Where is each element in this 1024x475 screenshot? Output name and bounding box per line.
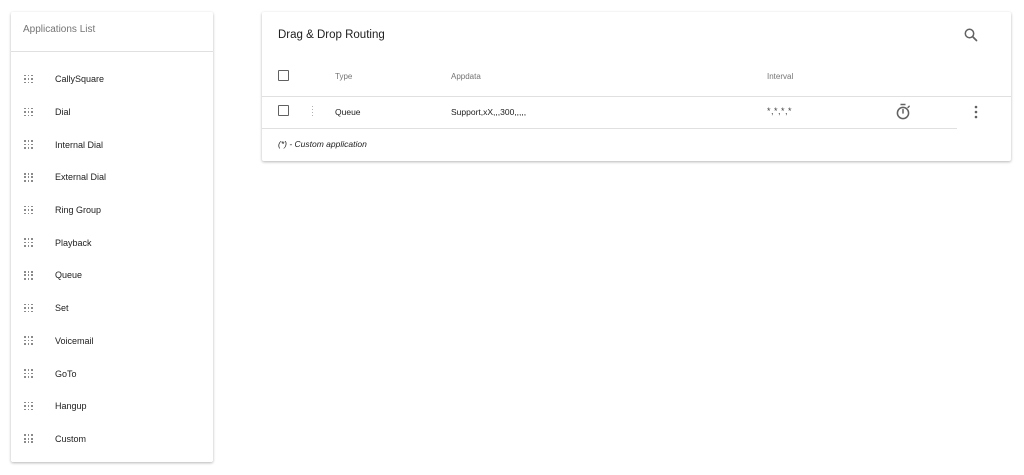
- app-item-hangup[interactable]: Hangup: [11, 390, 213, 423]
- column-header-appdata[interactable]: Appdata: [451, 72, 481, 81]
- select-all-checkbox[interactable]: [278, 70, 289, 81]
- app-item-callysquare[interactable]: CallySquare: [11, 63, 213, 96]
- app-item-dial[interactable]: Dial: [11, 96, 213, 129]
- drag-indicator-icon[interactable]: [24, 172, 33, 182]
- app-item-label: GoTo: [55, 368, 77, 379]
- app-item-label: Queue: [55, 270, 83, 281]
- row-appdata: Support,xX,,,300,,,,,: [451, 107, 527, 117]
- table-row[interactable]: Queue Support,xX,,,300,,,,, *,*,*,*: [262, 97, 957, 129]
- app-item-ring-group[interactable]: Ring Group: [11, 194, 213, 227]
- app-item-label: Voicemail: [55, 335, 94, 346]
- drag-indicator-icon[interactable]: [24, 107, 33, 117]
- routing-table-header: Type Appdata Interval: [262, 62, 1011, 97]
- app-item-label: Playback: [55, 237, 92, 248]
- app-item-label: Set: [55, 303, 69, 314]
- drag-indicator-icon[interactable]: [24, 140, 33, 149]
- row-checkbox[interactable]: [278, 105, 289, 116]
- drag-indicator-icon[interactable]: [24, 74, 33, 84]
- drag-indicator-icon[interactable]: [24, 401, 33, 411]
- app-item-label: CallySquare: [55, 74, 105, 85]
- search-icon[interactable]: [963, 27, 979, 43]
- drag-indicator-icon[interactable]: [24, 238, 33, 247]
- app-item-label: Internal Dial: [55, 139, 104, 150]
- drag-indicator-icon[interactable]: [24, 336, 33, 345]
- more-vert-icon[interactable]: [972, 104, 980, 120]
- drag-drop-routing-panel: Drag & Drop Routing Type Appdata Interva…: [262, 12, 1011, 161]
- app-item-goto[interactable]: GoTo: [11, 357, 213, 390]
- app-item-label: Dial: [55, 107, 71, 118]
- app-item-label: Custom: [55, 433, 87, 444]
- drag-indicator-icon[interactable]: [24, 303, 33, 313]
- drag-indicator-icon[interactable]: [24, 434, 33, 443]
- drag-indicator-icon[interactable]: [24, 369, 33, 378]
- column-header-interval[interactable]: Interval: [767, 72, 793, 81]
- row-drag-handle-icon[interactable]: [312, 106, 315, 118]
- column-header-type[interactable]: Type: [335, 72, 352, 81]
- app-item-external-dial[interactable]: External Dial: [11, 161, 213, 194]
- app-item-custom[interactable]: Custom: [11, 423, 213, 456]
- app-item-label: Hangup: [55, 401, 87, 412]
- app-item-label: External Dial: [55, 172, 107, 183]
- app-item-voicemail[interactable]: Voicemail: [11, 325, 213, 358]
- applications-list: CallySquare Dial Internal Dial External …: [11, 52, 213, 455]
- app-item-set[interactable]: Set: [11, 292, 213, 325]
- applications-list-title: Applications List: [11, 12, 213, 52]
- row-interval: *,*,*,*: [767, 106, 793, 116]
- drag-indicator-icon[interactable]: [24, 270, 33, 280]
- page: Applications List CallySquare Dial Inter…: [0, 0, 1024, 475]
- timer-icon[interactable]: [895, 103, 911, 121]
- routing-title: Drag & Drop Routing: [278, 29, 385, 41]
- custom-application-footnote: (*) - Custom application: [278, 139, 367, 149]
- applications-list-panel: Applications List CallySquare Dial Inter…: [11, 12, 213, 462]
- row-type: Queue: [335, 107, 361, 117]
- app-item-playback[interactable]: Playback: [11, 226, 213, 259]
- app-item-queue[interactable]: Queue: [11, 259, 213, 292]
- app-item-label: Ring Group: [55, 205, 102, 216]
- drag-indicator-icon[interactable]: [24, 205, 33, 215]
- app-item-internal-dial[interactable]: Internal Dial: [11, 128, 213, 161]
